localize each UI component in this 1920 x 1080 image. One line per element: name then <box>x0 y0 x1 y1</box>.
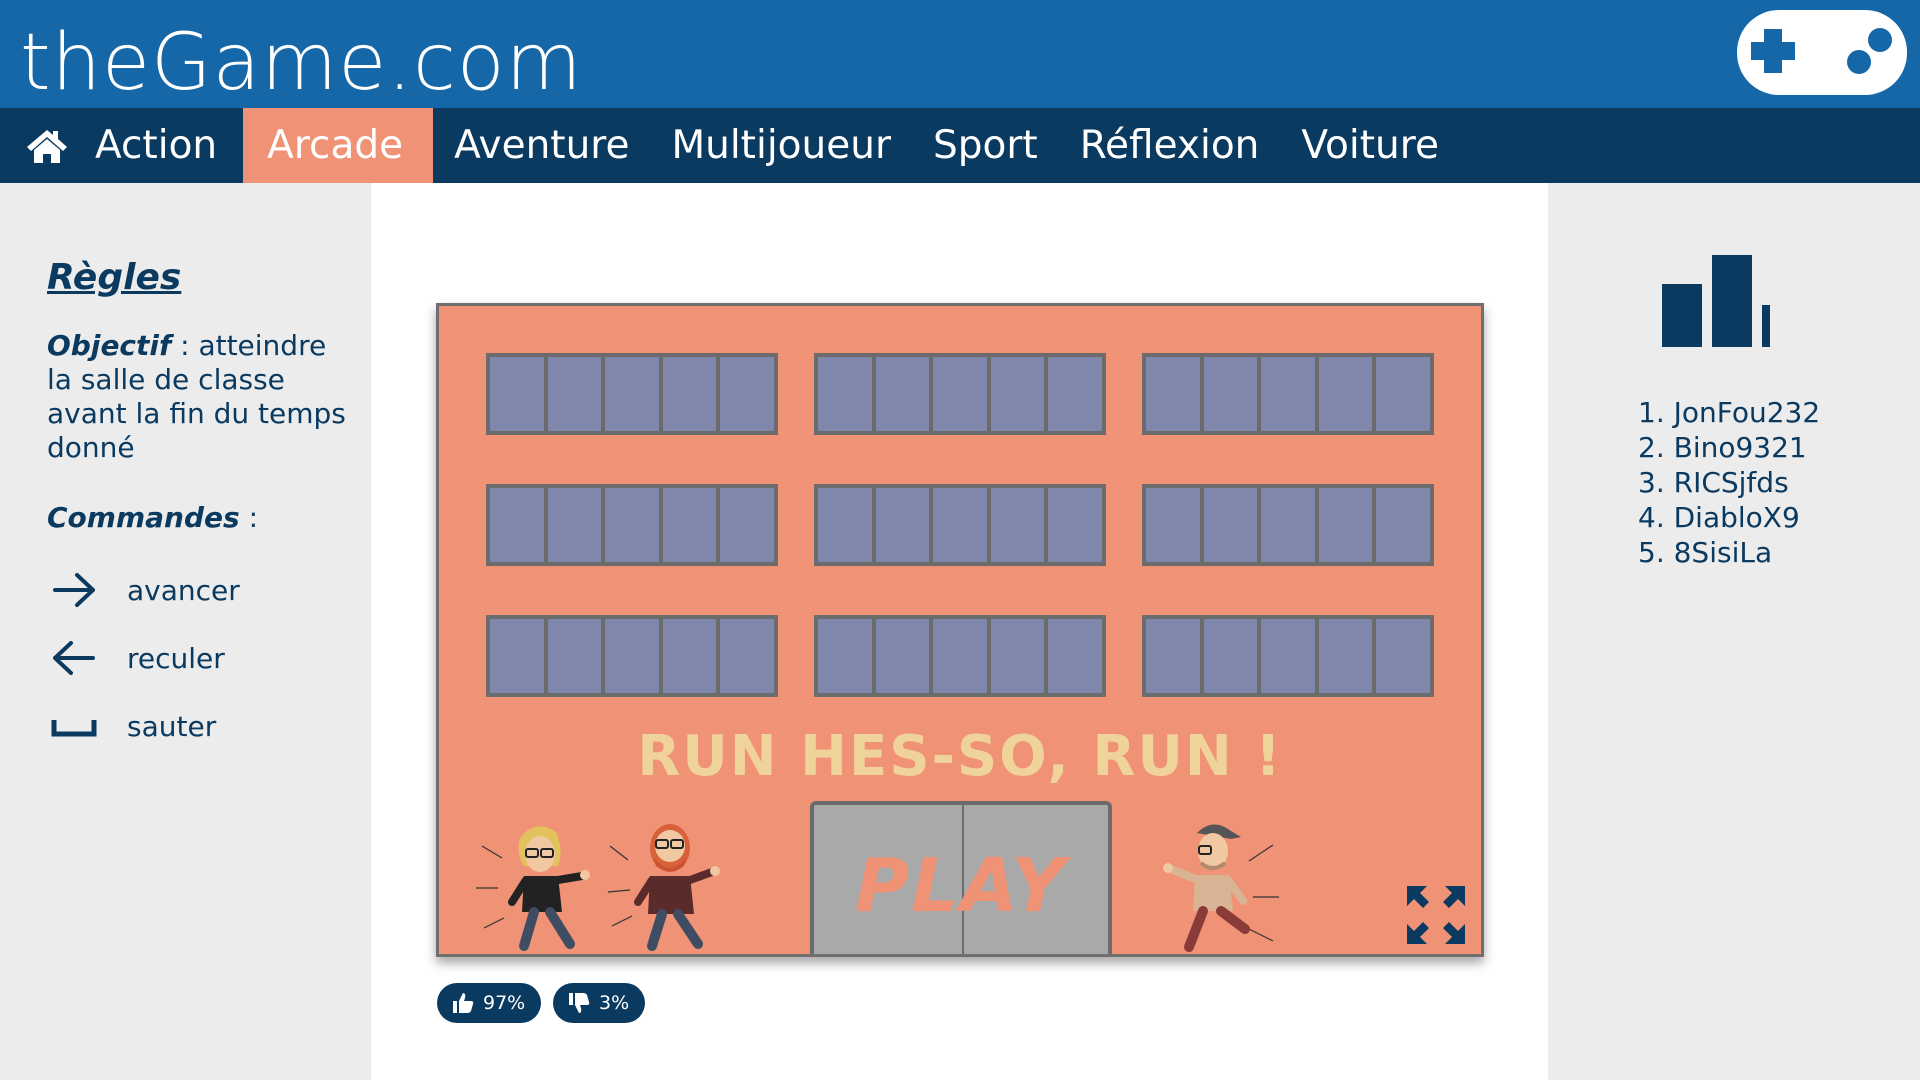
leaderboard-panel: 1. JonFou232 2. Bino9321 3. RICSjfds 4. … <box>1548 183 1920 1080</box>
building-window <box>814 615 1106 697</box>
objective-text: Objectif : atteindre la salle de classe … <box>47 329 347 465</box>
thumbs-down-icon <box>569 993 590 1013</box>
leaderboard-entry: 3. RICSjfds <box>1638 466 1789 499</box>
leaderboard-entry: 2. Bino9321 <box>1638 431 1807 464</box>
runner-character-icon <box>476 826 590 951</box>
command-label: sauter <box>127 709 217 743</box>
like-percentage: 97% <box>483 992 526 1014</box>
play-label: PLAY <box>855 843 1067 929</box>
fullscreen-icon[interactable] <box>1405 884 1467 946</box>
play-button[interactable]: PLAY <box>810 801 1112 954</box>
arrow-right-icon <box>53 573 95 607</box>
dislike-percentage: 3% <box>599 992 630 1014</box>
building-window <box>814 484 1106 566</box>
command-label: avancer <box>127 573 240 607</box>
nav-item-arcade[interactable]: Arcade <box>243 108 434 183</box>
thumbs-up-icon <box>453 993 474 1013</box>
building-window <box>814 353 1106 435</box>
dislike-button[interactable]: 3% <box>553 983 646 1023</box>
leaderboard-entry: 4. DiabloX9 <box>1638 501 1800 534</box>
spacebar-icon <box>51 720 97 737</box>
rules-panel: Règles Objectif : atteindre la salle de … <box>0 183 371 1080</box>
building-window <box>1142 615 1434 697</box>
runner-character-icon <box>1163 824 1279 952</box>
commands-suffix: : <box>239 501 259 534</box>
bar-chart-icon <box>1662 255 1770 347</box>
main-nav: Action Arcade Aventure Multijoueur Sport… <box>0 108 1920 183</box>
command-forward: avancer <box>47 570 240 610</box>
nav-item-reflexion[interactable]: Réflexion <box>1059 108 1281 183</box>
nav-item-multijoueur[interactable]: Multijoueur <box>650 108 912 183</box>
building-window <box>486 615 778 697</box>
leaderboard-list: 1. JonFou232 2. Bino9321 3. RICSjfds 4. … <box>1638 395 1820 570</box>
gamepad-icon[interactable] <box>1737 10 1907 95</box>
game-canvas[interactable]: RUN HES-SO, RUN ! PLAY <box>436 303 1484 957</box>
commands-title: Commandes : <box>47 501 258 534</box>
nav-item-aventure[interactable]: Aventure <box>433 108 650 183</box>
nav-item-voiture[interactable]: Voiture <box>1280 108 1460 183</box>
building-window <box>1142 353 1434 435</box>
command-back: reculer <box>47 638 225 678</box>
site-title[interactable]: theGame.com <box>20 8 583 118</box>
runner-character-icon <box>607 824 720 951</box>
rules-title: Règles <box>47 257 182 298</box>
command-jump: sauter <box>47 706 216 746</box>
site-header: theGame.com <box>0 0 1920 108</box>
leaderboard-entry: 1. JonFou232 <box>1638 396 1821 429</box>
nav-item-sport[interactable]: Sport <box>912 108 1059 183</box>
game-title: RUN HES-SO, RUN ! <box>637 724 1283 789</box>
building-window <box>486 484 778 566</box>
building-window <box>486 353 778 435</box>
arrow-left-icon <box>53 641 95 675</box>
nav-item-action[interactable]: Action <box>0 108 243 183</box>
objective-label: Objectif <box>47 329 172 362</box>
home-icon[interactable] <box>26 128 68 164</box>
commands-label: Commandes <box>47 501 240 534</box>
leaderboard-entry: 5. 8SisiLa <box>1638 536 1773 569</box>
command-label: reculer <box>127 641 225 675</box>
nav-label-action: Action <box>95 123 218 168</box>
building-window <box>1142 484 1434 566</box>
like-button[interactable]: 97% <box>437 983 542 1023</box>
